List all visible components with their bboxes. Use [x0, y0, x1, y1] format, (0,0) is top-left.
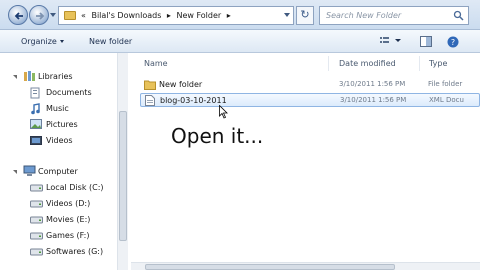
recent-pages-dropdown[interactable] — [50, 13, 56, 17]
nav-movies-e[interactable]: Movies (E:) — [46, 215, 90, 224]
help-icon: ? — [447, 36, 459, 48]
nav-music[interactable]: Music — [46, 104, 69, 113]
nav-libraries[interactable]: Libraries — [38, 72, 73, 81]
nav-videos-d[interactable]: Videos (D:) — [46, 199, 90, 208]
back-button[interactable] — [8, 5, 28, 25]
nav-local-disk[interactable]: Local Disk (C:) — [46, 183, 104, 192]
file-date: 3/10/2011 1:56 PM — [340, 96, 407, 104]
file-name: blog-03-10-2011 — [160, 96, 227, 105]
search-icon — [453, 10, 464, 21]
drive-icon — [30, 216, 43, 224]
svg-text:?: ? — [451, 38, 455, 47]
breadcrumb-bilals-downloads[interactable]: Bilal's Downloads — [91, 11, 161, 20]
document-icon — [145, 95, 155, 106]
nav-softwares-g[interactable]: Softwares (G:) — [46, 247, 103, 256]
folder-icon — [144, 80, 156, 90]
collapse-arrow-icon[interactable] — [12, 73, 20, 81]
refresh-icon: ↻ — [300, 8, 310, 21]
nav-games-f[interactable]: Games (F:) — [46, 231, 89, 240]
pictures-icon — [30, 119, 42, 129]
refresh-button[interactable]: ↻ — [296, 6, 314, 25]
view-list-icon — [380, 37, 401, 43]
command-bar: Organize New folder ? — [0, 30, 480, 53]
chevron-right-icon[interactable]: ▸ — [227, 11, 231, 20]
address-box[interactable]: « Bilal's Downloads ▸ New Folder ▸ — [58, 6, 294, 25]
videos-icon — [30, 136, 42, 145]
file-type: File folder — [428, 80, 463, 88]
chevron-right-icon[interactable]: ▸ — [167, 11, 171, 20]
breadcrumb-overflow[interactable]: « — [81, 11, 86, 20]
nav-scrollbar[interactable] — [117, 53, 128, 270]
nav-documents[interactable]: Documents — [46, 88, 92, 97]
search-placeholder: Search New Folder — [326, 11, 402, 20]
file-name: New folder — [159, 80, 203, 89]
search-input[interactable]: Search New Folder — [319, 6, 469, 25]
chevron-down-icon — [59, 40, 64, 43]
preview-pane-icon — [420, 36, 432, 47]
navigation-pane: Libraries Documents Music Pictures Video… — [0, 53, 128, 270]
file-row-new-folder[interactable]: New folder 3/10/2011 1:56 PM File folder — [140, 78, 480, 92]
organize-label: Organize — [21, 37, 57, 46]
computer-icon — [23, 165, 36, 176]
preview-pane-button[interactable] — [420, 36, 432, 49]
mouse-cursor-icon — [219, 105, 228, 119]
column-header-date[interactable]: Date modified — [339, 59, 396, 68]
documents-icon — [30, 87, 40, 99]
breadcrumb: « Bilal's Downloads ▸ New Folder ▸ — [81, 11, 234, 20]
drive-icon — [30, 200, 43, 208]
file-date: 3/10/2011 1:56 PM — [339, 80, 406, 88]
folder-icon — [64, 11, 76, 20]
file-type: XML Docu — [429, 96, 464, 104]
nav-pictures[interactable]: Pictures — [46, 120, 78, 129]
nav-scroll-thumb[interactable] — [119, 111, 127, 241]
organize-button[interactable]: Organize — [21, 37, 64, 46]
file-row-blog[interactable]: blog-03-10-2011 3/10/2011 1:56 PM XML Do… — [140, 93, 480, 107]
new-folder-button[interactable]: New folder — [89, 37, 132, 46]
drive-icon — [30, 248, 43, 256]
forward-button[interactable] — [29, 5, 49, 25]
nav-videos[interactable]: Videos — [46, 136, 73, 145]
horizontal-scrollbar[interactable] — [131, 262, 480, 270]
collapse-arrow-icon[interactable] — [12, 168, 20, 176]
music-icon — [31, 103, 40, 115]
forward-arrow-icon — [36, 12, 45, 20]
help-button[interactable]: ? — [447, 36, 459, 50]
back-arrow-icon — [14, 12, 23, 20]
column-separator[interactable] — [328, 56, 329, 71]
libraries-icon — [24, 71, 35, 81]
address-bar-row: « Bilal's Downloads ▸ New Folder ▸ ↻ Sea… — [0, 0, 480, 30]
drive-icon — [30, 232, 43, 240]
breadcrumb-new-folder[interactable]: New Folder — [176, 11, 221, 20]
column-header-name[interactable]: Name — [144, 59, 168, 68]
horizontal-scroll-thumb[interactable] — [145, 264, 395, 270]
drive-icon — [30, 184, 43, 192]
column-separator[interactable] — [419, 56, 420, 71]
address-dropdown[interactable] — [284, 13, 290, 17]
file-list: Name Date modified Type New folder 3/10/… — [131, 53, 480, 270]
nav-computer[interactable]: Computer — [38, 167, 78, 176]
instruction-caption: Open it... — [171, 124, 264, 148]
new-folder-label: New folder — [89, 37, 133, 46]
view-options-button[interactable] — [380, 36, 402, 48]
column-header-type[interactable]: Type — [429, 59, 447, 68]
